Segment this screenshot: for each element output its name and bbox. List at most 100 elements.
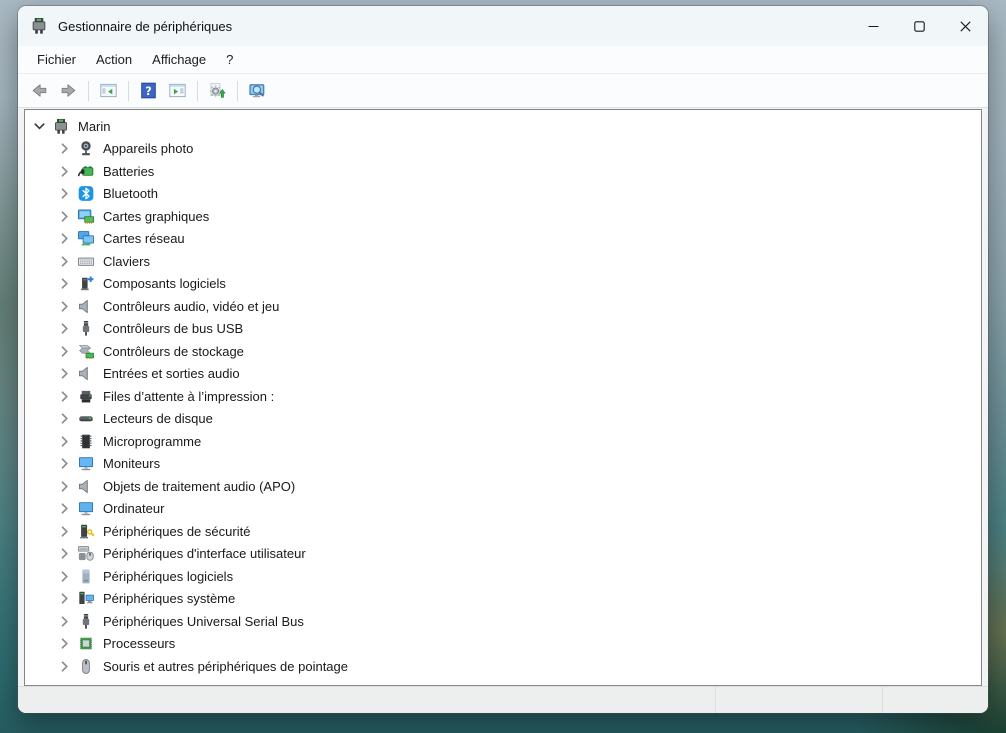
console-tree-icon	[100, 82, 117, 99]
network-adapter-icon	[77, 230, 95, 247]
maximize-button[interactable]	[896, 6, 942, 46]
tree-item-cartes-graphiques[interactable]: Cartes graphiques	[25, 205, 981, 228]
tree-item-label: Lecteurs de disque	[103, 411, 213, 427]
status-bar	[18, 686, 988, 713]
toolbar-separator	[197, 80, 198, 101]
chevron-right-icon[interactable]	[57, 276, 72, 291]
software-component-icon	[77, 275, 95, 292]
show-console-tree-button[interactable]	[95, 78, 122, 104]
window-controls	[850, 6, 988, 46]
tree-item-label: Microprogramme	[103, 433, 202, 449]
chevron-right-icon[interactable]	[57, 366, 72, 381]
chevron-right-icon[interactable]	[57, 546, 72, 561]
chevron-right-icon[interactable]	[57, 299, 72, 314]
update-driver-icon	[209, 82, 226, 99]
webcam-icon	[77, 140, 95, 157]
chevron-right-icon[interactable]	[57, 411, 72, 426]
tree-item-cartes-reseau[interactable]: Cartes réseau	[25, 228, 981, 251]
tree-item-appareils-photo[interactable]: Appareils photo	[25, 138, 981, 161]
update-driver-button[interactable]	[204, 78, 231, 104]
tree-item-peripheriques-logiciels[interactable]: Périphériques logiciels	[25, 565, 981, 588]
help-button[interactable]: ?	[135, 78, 162, 104]
processor-chip-icon	[77, 635, 95, 652]
tree-item-ordinateur[interactable]: Ordinateur	[25, 498, 981, 521]
tree-item-controleurs-audio-video-et-jeu[interactable]: Contrôleurs audio, vidéo et jeu	[25, 295, 981, 318]
menu-item-help[interactable]: ?	[216, 49, 243, 70]
tree-item-label: Périphériques d'interface utilisateur	[103, 546, 306, 562]
tree-item-moniteurs[interactable]: Moniteurs	[25, 453, 981, 476]
help-icon: ?	[140, 82, 157, 99]
disk-drive-icon	[77, 410, 95, 427]
tree-item-peripheriques-de-securite[interactable]: Périphériques de sécurité	[25, 520, 981, 543]
chevron-right-icon[interactable]	[57, 479, 72, 494]
toolbar-separator	[237, 80, 238, 101]
tree-item-label: Contrôleurs de bus USB	[103, 321, 244, 337]
printer-icon	[77, 388, 95, 405]
tree-item-peripheriques-d-interface-utilisateur[interactable]: Périphériques d'interface utilisateur	[25, 543, 981, 566]
tree-item-label: Moniteurs	[103, 456, 161, 472]
tree-item-microprogramme[interactable]: Microprogramme	[25, 430, 981, 453]
menu-item-fichier[interactable]: Fichier	[27, 49, 86, 70]
tree-item-bluetooth[interactable]: Bluetooth	[25, 183, 981, 206]
hid-devices-icon	[77, 545, 95, 562]
chevron-right-icon[interactable]	[57, 186, 72, 201]
forward-button[interactable]	[55, 78, 82, 104]
tree-item-label: Contrôleurs de stockage	[103, 343, 244, 359]
show-action-pane-button[interactable]	[164, 78, 191, 104]
chevron-right-icon[interactable]	[57, 434, 72, 449]
tree-item-claviers[interactable]: Claviers	[25, 250, 981, 273]
tree-item-lecteurs-de-disque[interactable]: Lecteurs de disque	[25, 408, 981, 431]
chevron-right-icon[interactable]	[57, 614, 72, 629]
chevron-right-icon[interactable]	[57, 321, 72, 336]
statusbar-section	[18, 687, 715, 713]
back-button[interactable]	[26, 78, 53, 104]
tree-item-entrees-et-sorties-audio[interactable]: Entrées et sorties audio	[25, 363, 981, 386]
chevron-right-icon[interactable]	[57, 456, 72, 471]
tree-item-objets-de-traitement-audio-apo[interactable]: Objets de traitement audio (APO)	[25, 475, 981, 498]
tree-item-label: Batteries	[103, 163, 155, 179]
chevron-right-icon[interactable]	[57, 569, 72, 584]
minimize-button[interactable]	[850, 6, 896, 46]
tree-item-composants-logiciels[interactable]: Composants logiciels	[25, 273, 981, 296]
speaker-icon	[77, 298, 95, 315]
tree-item-label: Périphériques de sécurité	[103, 523, 251, 539]
chevron-right-icon[interactable]	[57, 344, 72, 359]
menu-item-affichage[interactable]: Affichage	[142, 49, 216, 70]
forward-arrow-icon	[60, 82, 77, 99]
tree-item-files-d-attente-a-l-impression[interactable]: Files d’attente à l’impression :	[25, 385, 981, 408]
tree-item-batteries[interactable]: Batteries	[25, 160, 981, 183]
chevron-down-icon[interactable]	[32, 119, 47, 134]
battery-icon	[77, 163, 95, 180]
menu-item-action[interactable]: Action	[86, 49, 142, 70]
chevron-right-icon[interactable]	[57, 141, 72, 156]
tree-item-label: Périphériques logiciels	[103, 568, 234, 584]
tree-item-souris-et-autres-peripheriques-de-pointage[interactable]: Souris et autres périphériques de pointa…	[25, 655, 981, 678]
tree-item-controleurs-de-bus-usb[interactable]: Contrôleurs de bus USB	[25, 318, 981, 341]
tree-item-marin[interactable]: Marin	[25, 115, 981, 138]
tree-item-label: Cartes graphiques	[103, 208, 210, 224]
chevron-right-icon[interactable]	[57, 254, 72, 269]
device-tree: Marin Appareils photo Batteries Bluetooth Ca…	[24, 109, 982, 686]
tree-item-controleurs-de-stockage[interactable]: Contrôleurs de stockage	[25, 340, 981, 363]
menu-bar: Fichier Action Affichage?	[18, 46, 988, 74]
chevron-right-icon[interactable]	[57, 524, 72, 539]
chevron-right-icon[interactable]	[57, 231, 72, 246]
tree-item-peripheriques-universal-serial-bus[interactable]: Périphériques Universal Serial Bus	[25, 610, 981, 633]
chevron-right-icon[interactable]	[57, 636, 72, 651]
device-manager-icon	[30, 17, 48, 35]
chevron-right-icon[interactable]	[57, 389, 72, 404]
software-device-icon	[77, 568, 95, 585]
tree-item-label: Ordinateur	[103, 501, 165, 517]
computer-monitor-icon	[77, 500, 95, 517]
tree-item-processeurs[interactable]: Processeurs	[25, 633, 981, 656]
chevron-right-icon[interactable]	[57, 501, 72, 516]
tree-item-peripheriques-systeme[interactable]: Périphériques système	[25, 588, 981, 611]
tree-item-label: Composants logiciels	[103, 276, 226, 292]
close-button[interactable]	[942, 6, 988, 46]
chevron-right-icon[interactable]	[57, 164, 72, 179]
chevron-right-icon[interactable]	[57, 591, 72, 606]
chevron-right-icon[interactable]	[57, 209, 72, 224]
scan-hardware-changes-button[interactable]	[244, 78, 271, 104]
statusbar-section	[882, 687, 988, 713]
chevron-right-icon[interactable]	[57, 659, 72, 674]
